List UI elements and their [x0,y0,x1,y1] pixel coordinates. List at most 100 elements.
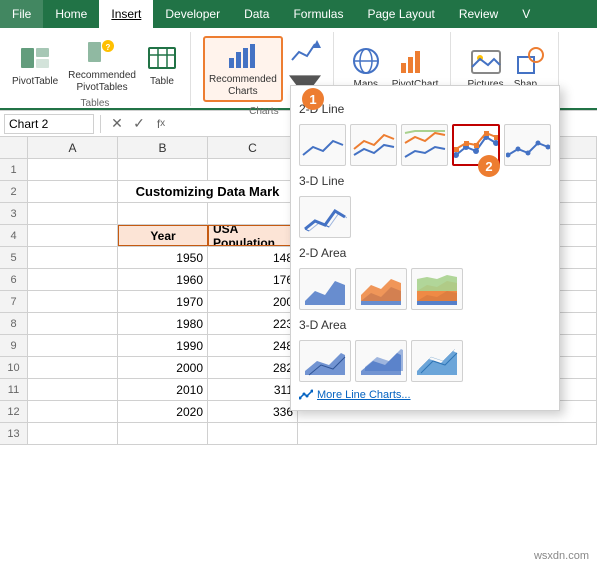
cell-c6[interactable]: 176 [208,269,298,290]
cell-b4[interactable]: Year [118,225,208,246]
section-title-3d-area: 3-D Area [299,316,551,334]
tab-page-layout[interactable]: Page Layout [355,0,446,28]
cell-c3[interactable] [208,203,298,224]
cell-c7[interactable]: 200 [208,291,298,312]
chart-type-dropdown: 2-D Line [290,85,560,411]
cell-b6[interactable]: 1960 [118,269,208,290]
chart-option-line3[interactable] [401,124,448,166]
recommended-charts-button[interactable]: RecommendedCharts [203,36,283,102]
confirm-icon[interactable]: ✓ [129,114,149,134]
3d-line-options [299,196,551,238]
tab-review[interactable]: Review [447,0,510,28]
pivot-table-button[interactable]: PivotTable [8,40,62,90]
tab-file[interactable]: File [0,0,43,28]
chart-option-line4[interactable] [452,124,500,166]
section-title-2d-line: 2-D Line [299,100,551,118]
chart-option-3darea1[interactable] [299,340,351,382]
shapes-icon [514,45,546,77]
tab-developer[interactable]: Developer [153,0,232,28]
cell-b13[interactable] [118,423,208,444]
cell-c5[interactable]: 148 [208,247,298,268]
cell-a10[interactable] [28,357,118,378]
cell-b10[interactable]: 2000 [118,357,208,378]
row-num-10: 10 [0,357,28,378]
chart-option-3darea3[interactable] [411,340,463,382]
table-button[interactable]: Table [142,40,182,90]
watermark: wsxdn.com [534,550,589,562]
cell-c8[interactable]: 223 [208,313,298,334]
cell-b12[interactable]: 2020 [118,401,208,422]
tab-data[interactable]: Data [232,0,281,28]
tab-formulas[interactable]: Formulas [281,0,355,28]
more-line-charts-label: More Line Charts... [317,389,411,401]
cell-c10[interactable]: 282 [208,357,298,378]
col-header-c[interactable]: C [208,137,298,158]
cell-a5[interactable] [28,247,118,268]
cell-b7[interactable]: 1970 [118,291,208,312]
table-icon [146,42,178,74]
cell-b2[interactable]: Customizing Data Mark [118,181,298,202]
function-icon[interactable]: fx [151,114,171,134]
cell-a4[interactable] [28,225,118,246]
cell-c1[interactable] [208,159,298,180]
chart-option-area2[interactable] [355,268,407,310]
cell-a2[interactable] [28,181,118,202]
section-title-2d-area: 2-D Area [299,244,551,262]
cell-a3[interactable] [28,203,118,224]
cell-g13[interactable] [298,423,597,444]
line2-preview [352,127,396,163]
cell-c13[interactable] [208,423,298,444]
table-row: 13 [0,423,597,445]
row-num-3: 3 [0,203,28,224]
cell-b3[interactable] [118,203,208,224]
cell-a7[interactable] [28,291,118,312]
line3-preview [403,127,447,163]
section-title-3d-line: 3-D Line [299,172,551,190]
tables-group-label: Tables [81,98,110,109]
chart-option-3darea2[interactable] [355,340,407,382]
line-chart-icon [289,36,321,68]
recommended-pivottables-label: RecommendedPivotTables [68,70,136,94]
cell-a9[interactable] [28,335,118,356]
tab-insert[interactable]: Insert [99,0,153,28]
row-num-1: 1 [0,159,28,180]
line4-preview [454,127,498,163]
cell-a13[interactable] [28,423,118,444]
cell-b11[interactable]: 2010 [118,379,208,400]
chart-option-area1[interactable] [299,268,351,310]
maps-icon [350,45,382,77]
col-header-b[interactable]: B [118,137,208,158]
recommended-pivottables-button[interactable]: ? RecommendedPivotTables [64,34,140,96]
name-box[interactable]: Chart 2 [4,114,94,134]
area3-preview [415,271,459,307]
cell-c9[interactable]: 248 [208,335,298,356]
cell-b1[interactable] [118,159,208,180]
cell-a8[interactable] [28,313,118,334]
cell-a1[interactable] [28,159,118,180]
tab-v[interactable]: V [510,0,542,28]
cell-a12[interactable] [28,401,118,422]
cell-b8[interactable]: 1980 [118,313,208,334]
cell-a6[interactable] [28,269,118,290]
cell-c11[interactable]: 311 [208,379,298,400]
corner-cell [0,137,28,158]
chart-option-area3[interactable] [411,268,463,310]
row-num-2: 2 [0,181,28,202]
ribbon-tabs: File Home Insert Developer Data Formulas… [0,0,597,28]
pivot-table-icon [19,42,51,74]
chart-option-3dline1[interactable] [299,196,351,238]
col-header-a[interactable]: A [28,137,118,158]
cell-b5[interactable]: 1950 [118,247,208,268]
2d-line-options [299,124,551,166]
cell-a11[interactable] [28,379,118,400]
svg-text:?: ? [106,43,111,52]
cell-b9[interactable]: 1990 [118,335,208,356]
chart-option-line1[interactable] [299,124,346,166]
more-line-charts-link[interactable]: More Line Charts... [299,388,551,402]
tab-home[interactable]: Home [43,0,99,28]
chart-option-line2[interactable] [350,124,397,166]
chart-option-line5[interactable] [504,124,551,166]
cancel-icon[interactable]: ✕ [107,114,127,134]
cell-c12[interactable]: 336 [208,401,298,422]
cell-c4[interactable]: USA Population [208,225,298,246]
